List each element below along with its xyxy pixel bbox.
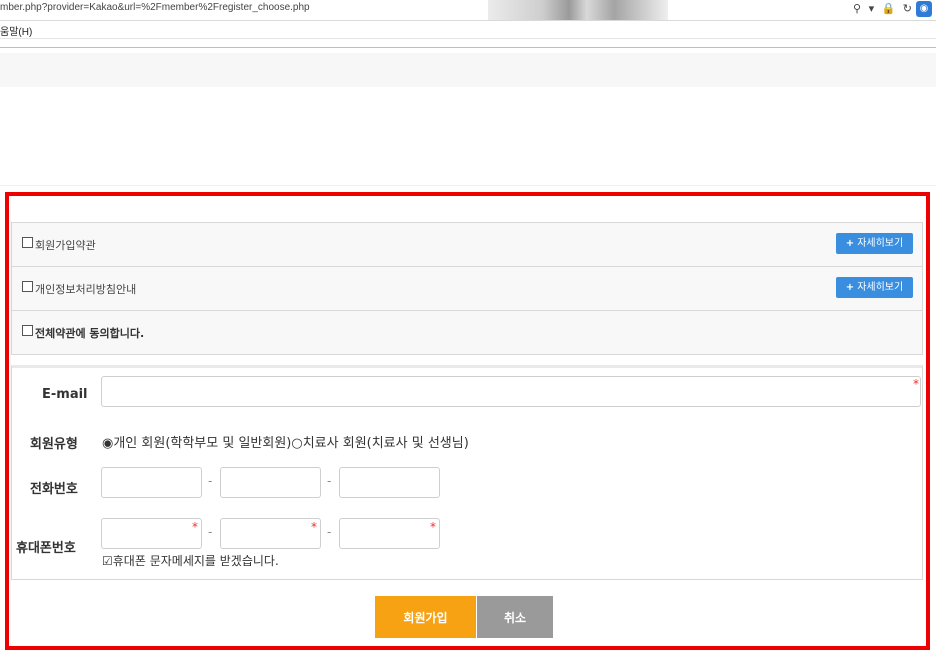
plus-icon: + <box>845 238 855 249</box>
member-type-therapist-option[interactable]: ○치료사 회원(치료사 및 선생님) <box>291 436 468 451</box>
mobile-dash-1: - <box>208 525 213 539</box>
sms-consent-label: 휴대폰 문자메세지를 받겠습니다. <box>112 554 279 568</box>
agree-all-checkbox[interactable] <box>22 325 33 336</box>
address-bar-icons[interactable]: ⚲ ▾ 🔒 ↻ <box>853 2 914 15</box>
mobile-input-3[interactable] <box>339 518 440 549</box>
url-text[interactable]: mber.php?provider=Kakao&url=%2Fmember%2F… <box>0 2 310 13</box>
plus-icon: + <box>845 282 855 293</box>
cancel-button[interactable]: 취소 <box>477 596 553 638</box>
terms-privacy-label: 개인정보처리방침안내 <box>35 283 137 296</box>
radio-checked-icon: ◉ <box>102 436 114 451</box>
terms-row-membership: 회원가입약관 + 자세히보기 <box>12 223 922 267</box>
email-input[interactable] <box>101 376 921 407</box>
header-divider <box>0 47 936 48</box>
phone-input-1[interactable] <box>101 467 202 498</box>
mobile-input-2[interactable] <box>220 518 321 549</box>
terms-row-agree-all: 전체약관에 동의합니다. <box>12 311 922 355</box>
mobile-input-1[interactable] <box>101 518 202 549</box>
terms-privacy-detail-button[interactable]: + 자세히보기 <box>836 277 913 298</box>
extension-icon[interactable]: ◉ <box>916 1 932 17</box>
mobile-2-required-mark: * <box>311 520 317 534</box>
browser-tab-thumbnail <box>488 0 668 20</box>
mobile-dash-2: - <box>327 525 332 539</box>
member-type-personal-option[interactable]: ◉개인 회원(학학부모 및 일반회원) <box>102 436 291 451</box>
menu-help[interactable]: 움말(H) <box>0 23 32 38</box>
mobile-3-required-mark: * <box>430 520 436 534</box>
terms-privacy-checkbox[interactable] <box>22 281 33 292</box>
email-label: E-mail <box>42 387 88 402</box>
mobile-label: 휴대폰번호 <box>16 541 76 556</box>
radio-unchecked-icon: ○ <box>291 436 303 451</box>
sms-consent[interactable]: ☑휴대폰 문자메세지를 받겠습니다. <box>102 552 279 569</box>
phone-label: 전화번호 <box>30 482 78 497</box>
terms-membership-label: 회원가입약관 <box>35 239 96 252</box>
terms-row-privacy: 개인정보처리방침안내 + 자세히보기 <box>12 267 922 311</box>
member-type-label: 회원유형 <box>30 437 78 452</box>
address-bar[interactable]: mber.php?provider=Kakao&url=%2Fmember%2F… <box>0 0 936 21</box>
phone-dash-2: - <box>327 474 332 488</box>
phone-input-3[interactable] <box>339 467 440 498</box>
terms-membership-detail-button[interactable]: + 자세히보기 <box>836 233 913 254</box>
page-header-band <box>0 53 936 87</box>
member-type-radio-group: ◉개인 회원(학학부모 및 일반회원)○치료사 회원(치료사 및 선생님) <box>102 432 469 451</box>
terms-box: 회원가입약관 + 자세히보기 개인정보처리방침안내 + 자세히보기 전체약관에 동의… <box>11 222 923 355</box>
agree-all-label: 전체약관에 동의합니다. <box>35 327 145 340</box>
mobile-1-required-mark: * <box>192 520 198 534</box>
menu-bar: 움말(H) <box>0 21 936 39</box>
phone-dash-1: - <box>208 474 213 488</box>
checkbox-checked-icon[interactable]: ☑ <box>102 554 113 568</box>
join-button[interactable]: 회원가입 <box>375 596 476 638</box>
content-divider <box>0 185 936 186</box>
phone-input-2[interactable] <box>220 467 321 498</box>
terms-membership-checkbox[interactable] <box>22 237 33 248</box>
email-required-mark: * <box>913 377 919 391</box>
